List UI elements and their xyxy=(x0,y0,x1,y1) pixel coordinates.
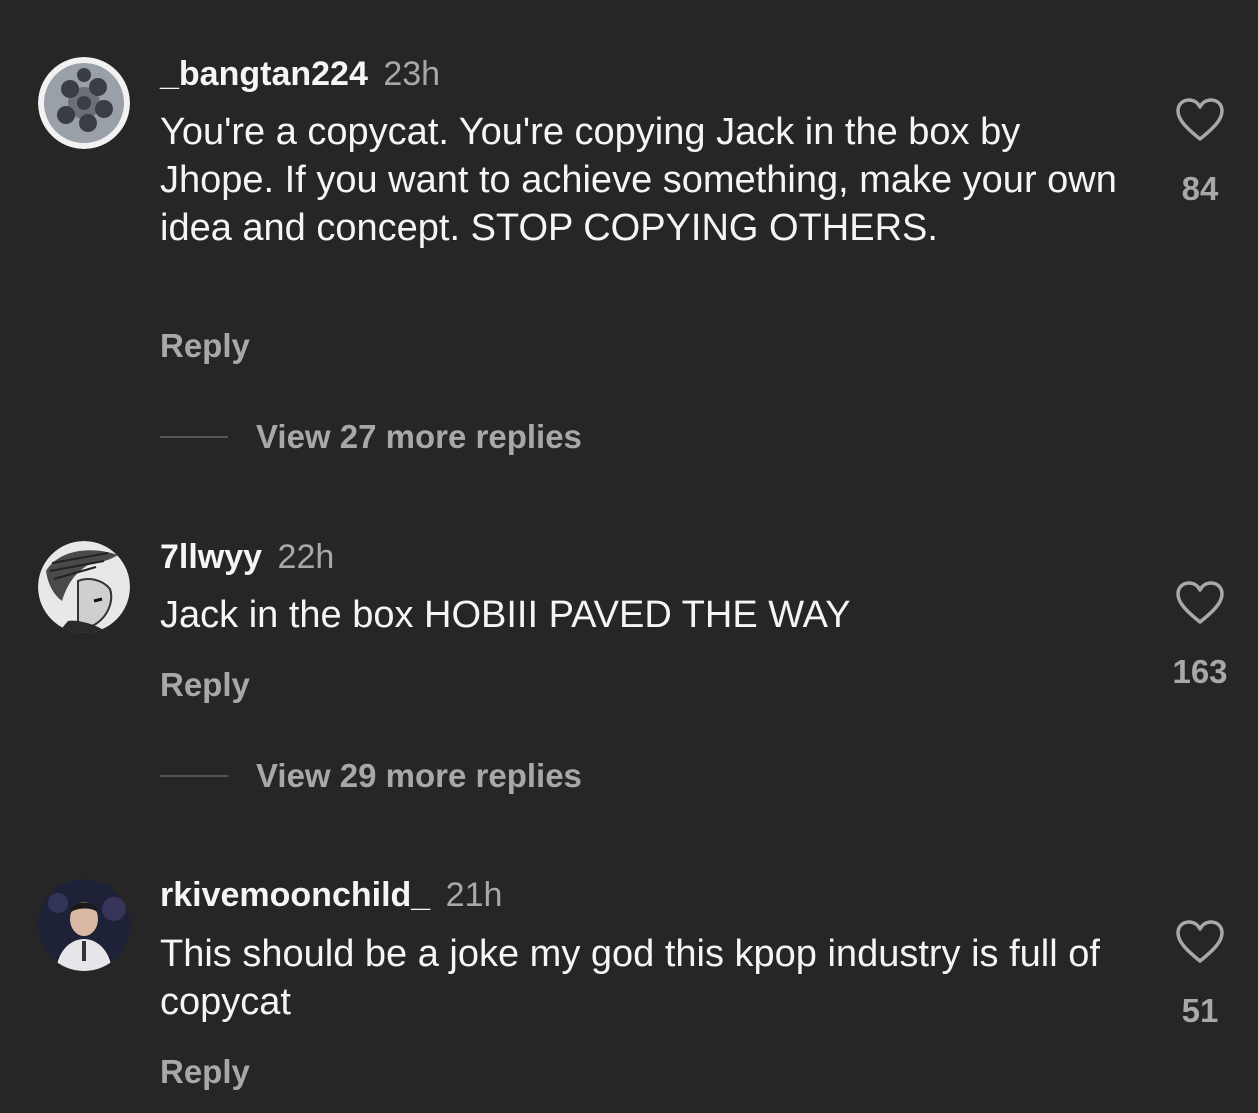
timestamp: 22h xyxy=(277,538,335,576)
comment-header: _bangtan224 23h xyxy=(160,54,440,94)
like-control: 163 xyxy=(1160,580,1240,692)
heart-icon[interactable] xyxy=(1175,919,1225,965)
comment-text: You're a copycat. You're copying Jack in… xyxy=(160,111,1117,249)
sketch-drawing-avatar-icon xyxy=(38,541,130,633)
timestamp: 23h xyxy=(383,55,441,93)
reply-button[interactable]: Reply xyxy=(160,1052,250,1092)
view-more-replies-label: View 29 more replies xyxy=(256,757,582,794)
group-photo-avatar-icon xyxy=(38,57,130,149)
like-control: 84 xyxy=(1160,97,1240,209)
avatar[interactable] xyxy=(38,879,130,971)
comment-header: 7llwyy 22h xyxy=(160,537,334,577)
comment-text: This should be a joke my god this kpop i… xyxy=(160,933,1100,1023)
divider-line xyxy=(160,775,228,777)
timestamp: 21h xyxy=(445,876,503,914)
avatar[interactable] xyxy=(38,57,130,149)
concert-photo-avatar-icon xyxy=(38,879,130,971)
username[interactable]: rkivemoonchild_ xyxy=(160,876,430,914)
username[interactable]: _bangtan224 xyxy=(160,55,368,93)
comment-header: rkivemoonchild_ 21h xyxy=(160,875,502,915)
heart-icon[interactable] xyxy=(1175,580,1225,626)
like-control: 51 xyxy=(1160,919,1240,1031)
reply-button[interactable]: Reply xyxy=(160,326,250,366)
like-count: 84 xyxy=(1181,170,1219,207)
reply-button[interactable]: Reply xyxy=(160,665,250,705)
username[interactable]: 7llwyy xyxy=(160,538,262,576)
divider-line xyxy=(160,436,228,438)
like-count: 51 xyxy=(1181,992,1219,1029)
comment-text: Jack in the box HOBIII PAVED THE WAY xyxy=(160,594,851,636)
view-more-replies[interactable]: View 29 more replies xyxy=(160,756,582,796)
heart-icon[interactable] xyxy=(1175,97,1225,143)
like-count: 163 xyxy=(1172,653,1228,690)
avatar[interactable] xyxy=(38,541,130,633)
view-more-replies[interactable]: View 27 more replies xyxy=(160,417,582,457)
view-more-replies-label: View 27 more replies xyxy=(256,418,582,455)
